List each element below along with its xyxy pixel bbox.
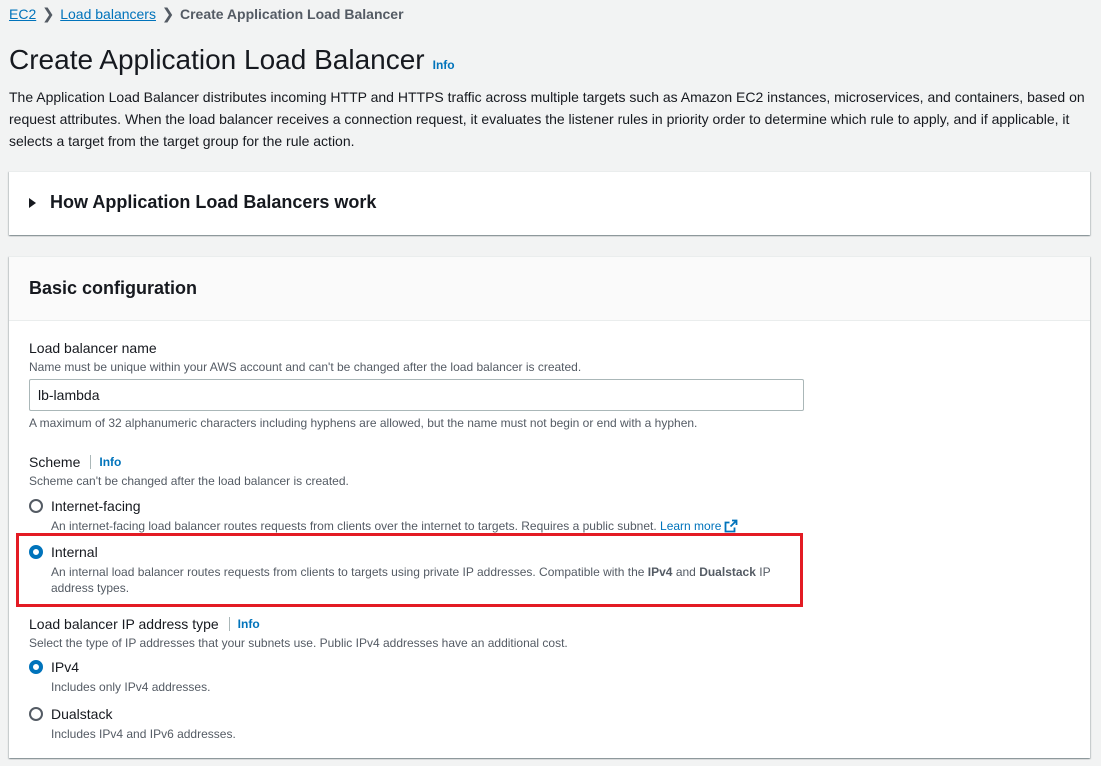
- caret-right-icon: [29, 197, 36, 208]
- how-it-works-panel: How Application Load Balancers work: [9, 171, 1090, 235]
- ip-type-description: Select the type of IP addresses that you…: [29, 636, 568, 650]
- name-field-description: Name must be unique within your AWS acco…: [29, 360, 582, 374]
- name-field-constraint: A maximum of 32 alphanumeric characters …: [29, 416, 698, 430]
- breadcrumb: EC2 ❯ Load balancers ❯ Create Applicatio…: [9, 5, 404, 23]
- page-title: Create Application Load Balancer: [9, 44, 425, 75]
- radio-checked-icon[interactable]: [29, 660, 43, 674]
- ip-type-info-link[interactable]: Info: [238, 617, 260, 631]
- chevron-right-icon: ❯: [161, 6, 175, 23]
- option-description: Includes only IPv4 addresses.: [51, 680, 211, 694]
- radio-unchecked-icon[interactable]: [29, 499, 43, 513]
- divider: [90, 455, 92, 469]
- divider: [228, 617, 230, 631]
- chevron-right-icon: ❯: [41, 6, 55, 23]
- name-field-label: Load balancer name: [29, 340, 157, 356]
- option-description-text: An internet-facing load balancer routes …: [51, 519, 657, 533]
- scheme-info-link[interactable]: Info: [99, 455, 121, 469]
- load-balancer-name-input[interactable]: lb-lambda: [29, 379, 804, 411]
- ip-type-label-row: Load balancer IP address type Info: [29, 616, 260, 632]
- how-it-works-toggle[interactable]: How Application Load Balancers work: [29, 192, 376, 213]
- scheme-label: Scheme: [29, 454, 81, 470]
- ip-type-option-ipv4[interactable]: IPv4 Includes only IPv4 addresses.: [29, 657, 210, 695]
- option-description: An internet-facing load balancer routes …: [51, 518, 738, 534]
- scheme-option-internet-facing[interactable]: Internet-facing An internet-facing load …: [29, 496, 738, 534]
- how-it-works-title: How Application Load Balancers work: [50, 192, 377, 212]
- external-link-icon: [724, 519, 738, 533]
- option-label: IPv4: [51, 659, 80, 675]
- basic-configuration-panel: Basic configuration Load balancer name N…: [9, 256, 1090, 758]
- breadcrumb-current: Create Application Load Balancer: [179, 6, 404, 22]
- scheme-description: Scheme can't be changed after the load b…: [29, 474, 349, 488]
- breadcrumb-load-balancers[interactable]: Load balancers: [60, 6, 156, 22]
- radio-unchecked-icon[interactable]: [29, 707, 43, 721]
- page-title-row: Create Application Load Balancer Info: [9, 44, 455, 76]
- ip-type-label: Load balancer IP address type: [29, 616, 219, 632]
- scheme-label-row: Scheme Info: [29, 454, 121, 470]
- highlight-annotation: [16, 533, 803, 607]
- option-label: Internet-facing: [51, 498, 141, 514]
- page-description: The Application Load Balancer distribute…: [9, 89, 1085, 149]
- learn-more-text[interactable]: Learn more: [660, 519, 721, 533]
- title-info-link[interactable]: Info: [433, 58, 455, 72]
- option-description: Includes IPv4 and IPv6 addresses.: [51, 727, 236, 741]
- basic-configuration-header: Basic configuration: [9, 257, 1090, 321]
- ip-type-option-dualstack[interactable]: Dualstack Includes IPv4 and IPv6 address…: [29, 704, 236, 742]
- breadcrumb-ec2[interactable]: EC2: [9, 6, 36, 22]
- option-label: Dualstack: [51, 706, 113, 722]
- basic-configuration-title: Basic configuration: [29, 278, 198, 298]
- learn-more-link[interactable]: Learn more: [660, 519, 738, 533]
